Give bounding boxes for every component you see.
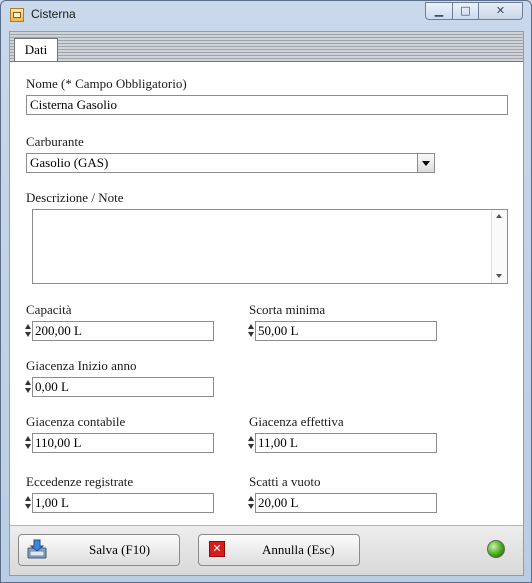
scorta-minima-spinner[interactable] bbox=[248, 321, 255, 341]
giacenza-effettiva-field[interactable]: 11,00 L bbox=[255, 433, 437, 453]
spin-down-icon[interactable] bbox=[25, 388, 31, 393]
minimize-button[interactable]: ▁ bbox=[425, 2, 453, 20]
status-indicator-icon bbox=[487, 540, 505, 558]
capacita-spinner[interactable] bbox=[25, 321, 32, 341]
title-bar[interactable]: Cisterna ▁ □ ✕ bbox=[1, 1, 531, 29]
spin-down-icon[interactable] bbox=[25, 504, 31, 509]
giacenza-inizio-field[interactable]: 0,00 L bbox=[32, 377, 214, 397]
tab-strip: Dati bbox=[10, 32, 523, 63]
scatti-vuoto-spinner[interactable] bbox=[248, 493, 255, 513]
nome-field[interactable]: Cisterna Gasolio bbox=[26, 95, 508, 115]
maximize-button[interactable]: □ bbox=[452, 2, 479, 20]
cancel-icon: ✕ bbox=[209, 541, 225, 557]
giacenza-inizio-spinner[interactable] bbox=[25, 377, 32, 397]
spin-up-icon[interactable] bbox=[25, 380, 31, 385]
scorta-minima-label: Scorta minima bbox=[249, 302, 326, 317]
eccedenze-spinner[interactable] bbox=[25, 493, 32, 513]
descrizione-scrollbar[interactable] bbox=[491, 210, 507, 283]
save-button-label: Salva (F10) bbox=[89, 542, 151, 557]
close-button[interactable]: ✕ bbox=[478, 2, 523, 20]
carburante-selected-value: Gasolio (GAS) bbox=[30, 155, 109, 170]
capacita-field[interactable]: 200,00 L bbox=[32, 321, 214, 341]
dialog-client: Dati Nome (* Campo Obbligatorio) Cistern… bbox=[9, 31, 524, 576]
spin-up-icon[interactable] bbox=[248, 496, 254, 501]
scorta-minima-field[interactable]: 50,00 L bbox=[255, 321, 437, 341]
spin-down-icon[interactable] bbox=[248, 444, 254, 449]
spin-down-icon[interactable] bbox=[248, 504, 254, 509]
window: Cisterna ▁ □ ✕ Dati Nome (* Campo Obblig… bbox=[0, 0, 532, 583]
app-icon bbox=[10, 8, 24, 22]
spin-up-icon[interactable] bbox=[25, 496, 31, 501]
spin-up-icon[interactable] bbox=[25, 436, 31, 441]
chevron-down-icon[interactable] bbox=[417, 154, 434, 172]
tab-panel-dati: Nome (* Campo Obbligatorio) Cisterna Gas… bbox=[10, 61, 523, 525]
spin-down-icon[interactable] bbox=[25, 444, 31, 449]
giacenza-contabile-spinner[interactable] bbox=[25, 433, 32, 453]
button-bar: Salva (F10) ✕ Annulla (Esc) bbox=[10, 525, 523, 575]
nome-label: Nome (* Campo Obbligatorio) bbox=[26, 76, 187, 91]
cancel-button[interactable]: ✕ Annulla (Esc) bbox=[198, 534, 360, 566]
spin-up-icon[interactable] bbox=[248, 324, 254, 329]
scatti-vuoto-label: Scatti a vuoto bbox=[249, 474, 321, 489]
carburante-select[interactable]: Gasolio (GAS) bbox=[26, 153, 435, 173]
capacita-label: Capacità bbox=[26, 302, 72, 317]
giacenza-inizio-label: Giacenza Inizio anno bbox=[26, 358, 137, 373]
tab-dati[interactable]: Dati bbox=[14, 38, 58, 63]
spin-up-icon[interactable] bbox=[25, 324, 31, 329]
eccedenze-label: Eccedenze registrate bbox=[26, 474, 134, 489]
save-button[interactable]: Salva (F10) bbox=[18, 534, 180, 566]
save-icon bbox=[27, 539, 47, 559]
spin-down-icon[interactable] bbox=[248, 332, 254, 337]
close-icon: ✕ bbox=[495, 4, 506, 17]
descrizione-textarea[interactable] bbox=[32, 209, 508, 284]
descrizione-label: Descrizione / Note bbox=[26, 190, 124, 205]
eccedenze-field[interactable]: 1,00 L bbox=[32, 493, 214, 513]
scroll-down-icon[interactable] bbox=[496, 274, 502, 278]
maximize-icon: □ bbox=[460, 4, 471, 17]
spin-down-icon[interactable] bbox=[25, 332, 31, 337]
minimize-icon: ▁ bbox=[434, 4, 444, 17]
giacenza-contabile-label: Giacenza contabile bbox=[26, 414, 126, 429]
scatti-vuoto-field[interactable]: 20,00 L bbox=[255, 493, 437, 513]
spin-up-icon[interactable] bbox=[248, 436, 254, 441]
cancel-button-label: Annulla (Esc) bbox=[262, 542, 335, 557]
giacenza-effettiva-label: Giacenza effettiva bbox=[249, 414, 344, 429]
carburante-label: Carburante bbox=[26, 134, 84, 149]
giacenza-effettiva-spinner[interactable] bbox=[248, 433, 255, 453]
scroll-up-icon[interactable] bbox=[496, 214, 502, 218]
window-title: Cisterna bbox=[31, 7, 76, 21]
giacenza-contabile-field[interactable]: 110,00 L bbox=[32, 433, 214, 453]
